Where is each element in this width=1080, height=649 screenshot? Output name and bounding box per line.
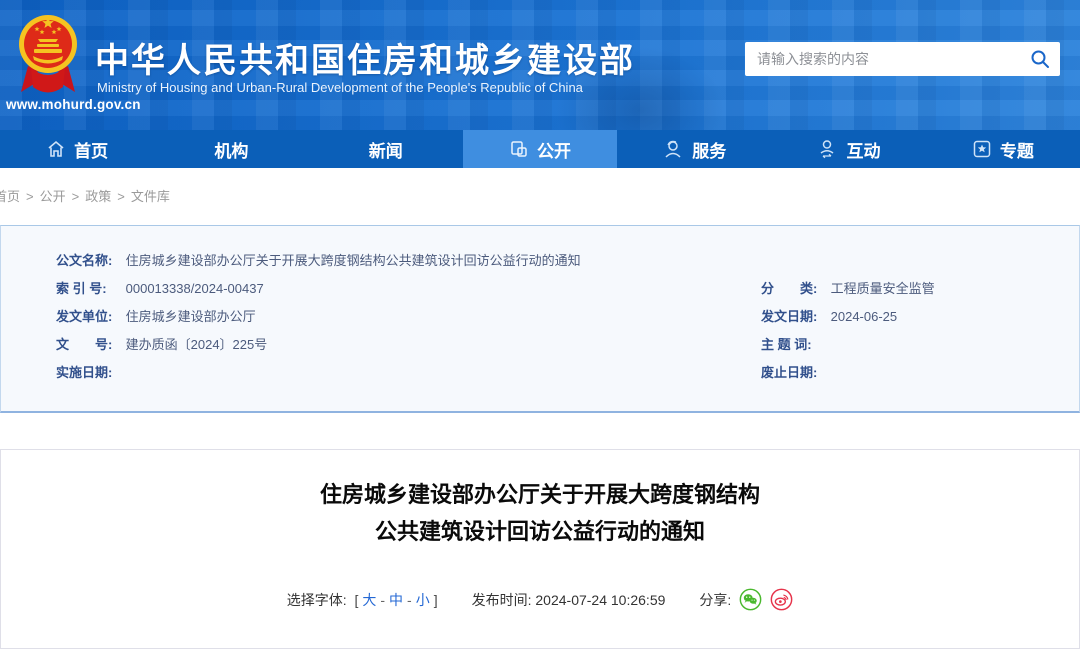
font-selector-dash: - — [380, 591, 386, 608]
nav-item-topics[interactable]: 专题 — [926, 130, 1080, 168]
meta-row-index-no: 索 引 号: 000013338/2024-00437 — [56, 275, 761, 303]
meta-label: 索 引 号: — [56, 281, 107, 296]
nav-label: 新闻 — [368, 141, 403, 161]
article-title-line2: 公共建筑设计回访公益行动的通知 — [374, 519, 705, 544]
meta-value: 000013338/2024-00437 — [125, 281, 264, 296]
meta-label: 废止日期: — [761, 365, 818, 380]
font-size-selector: 选择字体: [ 大 - 中 - 小 ] — [287, 590, 438, 610]
search-box — [745, 42, 1060, 76]
breadcrumb-separator: > — [26, 189, 34, 204]
font-size-large-button[interactable]: 大 — [362, 590, 376, 610]
site-subtitle: Ministry of Housing and Urban-Rural Deve… — [97, 80, 583, 95]
nav-label: 机构 — [214, 141, 249, 161]
meta-row-abolish-date: 废止日期: — [761, 359, 1061, 387]
search-input[interactable] — [745, 42, 1020, 76]
weibo-share-icon[interactable] — [770, 588, 793, 611]
publish-time-label: 发布时间: — [471, 591, 532, 608]
article-panel: 住房城乡建设部办公厅关于开展大跨度钢结构 公共建筑设计回访公益行动的通知 选择字… — [0, 449, 1080, 649]
search-icon[interactable] — [1020, 42, 1060, 76]
nav-item-services[interactable]: 服务 — [617, 130, 771, 168]
meta-label: 发文日期: — [761, 309, 818, 324]
meta-label: 主 题 词: — [761, 337, 812, 352]
breadcrumb-library[interactable]: 文件库 — [131, 189, 170, 204]
site-url: www.mohurd.gov.cn — [6, 97, 141, 112]
bracket-open: [ — [354, 591, 359, 608]
meta-row-category: 分 类: 工程质量安全监管 — [761, 275, 1061, 303]
share-bar: 分享: — [699, 588, 793, 611]
nav-label: 服务 — [692, 141, 727, 161]
meta-label: 文 号: — [56, 337, 113, 352]
publish-time: 发布时间: 2024-07-24 10:26:59 — [472, 590, 666, 610]
nav-item-news[interactable]: 新闻 — [309, 130, 463, 168]
document-meta-panel: 公文名称: 住房城乡建设部办公厅关于开展大跨度钢结构公共建筑设计回访公益行动的通… — [0, 225, 1080, 413]
documents-icon — [509, 139, 529, 159]
wechat-share-icon[interactable] — [739, 588, 762, 611]
meta-value: 2024-06-25 — [830, 309, 898, 324]
meta-value: 建办质函〔2024〕225号 — [125, 337, 268, 352]
article-title: 住房城乡建设部办公厅关于开展大跨度钢结构 公共建筑设计回访公益行动的通知 — [1, 476, 1079, 550]
breadcrumb-disclosure[interactable]: 公开 — [40, 189, 66, 204]
nav-item-home[interactable]: 首页 — [0, 130, 154, 168]
meta-row-keywords: 主 题 词: — [761, 331, 1061, 359]
font-selector-dash: - — [407, 591, 412, 608]
bracket-close: ] — [433, 591, 438, 608]
breadcrumb-separator: > — [71, 189, 80, 204]
nav-item-orgs[interactable]: 机构 — [154, 130, 308, 168]
meta-value: 住房城乡建设部办公厅关于开展大跨度钢结构公共建筑设计回访公益行动的通知 — [125, 253, 581, 268]
meta-row-issue-date: 发文日期: 2024-06-25 — [761, 303, 1061, 331]
nav-item-disclosure[interactable]: 公开 — [462, 130, 618, 168]
font-size-small-button[interactable]: 小 — [416, 590, 430, 610]
main-nav: 首页 机构 新闻 公开 服务 互动 专题 — [0, 130, 1080, 168]
nav-label: 首页 — [74, 141, 109, 161]
nav-item-interaction[interactable]: 互动 — [771, 130, 925, 168]
font-size-medium-button[interactable]: 中 — [389, 590, 403, 610]
site-title: 中华人民共和国住房和城乡建设部 — [95, 42, 635, 80]
nav-label: 互动 — [846, 141, 881, 161]
breadcrumb: 首页 > 公开 > 政策 > 文件库 — [0, 186, 1080, 205]
meta-row-issuer: 发文单位: 住房城乡建设部办公厅 — [56, 303, 761, 331]
meta-row-impl-date: 实施日期: — [56, 359, 761, 387]
article-meta-bar: 选择字体: [ 大 - 中 - 小 ] 发布时间: 2024-07-24 10:… — [1, 588, 1079, 611]
breadcrumb-separator: > — [117, 189, 125, 204]
publish-time-value: 2024-07-24 10:26:59 — [535, 591, 666, 608]
interaction-person-icon — [817, 138, 839, 160]
meta-label: 实施日期: — [56, 365, 113, 380]
home-icon — [46, 139, 66, 159]
national-emblem — [16, 8, 80, 103]
site-header: www.mohurd.gov.cn 中华人民共和国住房和城乡建设部 Minist… — [0, 0, 1080, 130]
nav-label: 专题 — [999, 141, 1034, 161]
meta-label: 公文名称: — [56, 253, 113, 268]
meta-value: 工程质量安全监管 — [830, 281, 935, 296]
meta-label: 分 类: — [761, 281, 818, 296]
meta-value: 住房城乡建设部办公厅 — [125, 309, 256, 324]
meta-row-name: 公文名称: 住房城乡建设部办公厅关于开展大跨度钢结构公共建筑设计回访公益行动的通… — [56, 247, 1079, 275]
share-label: 分享: — [699, 591, 732, 608]
meta-label: 发文单位: — [56, 309, 113, 324]
breadcrumb-policy[interactable]: 政策 — [85, 189, 111, 204]
breadcrumb-home[interactable]: 首页 — [0, 189, 20, 204]
service-person-icon — [662, 138, 684, 160]
meta-row-doc-no: 文 号: 建办质函〔2024〕225号 — [56, 331, 761, 359]
font-selector-label: 选择字体: — [286, 591, 347, 608]
article-title-line1: 住房城乡建设部办公厅关于开展大跨度钢结构 — [319, 482, 760, 507]
nav-label: 公开 — [536, 141, 571, 161]
star-square-icon — [972, 139, 992, 159]
